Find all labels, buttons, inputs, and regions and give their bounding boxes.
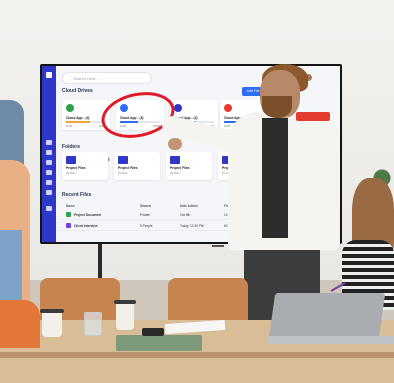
share-icon[interactable]: [46, 170, 52, 175]
folder-name: Project Files: [66, 166, 86, 170]
tv-indicator: [212, 245, 224, 247]
presenter-beard: [262, 96, 292, 118]
notebook: [116, 335, 202, 351]
folder-card[interactable]: Project Files25 Files: [166, 152, 212, 180]
file-shared: Private: [140, 213, 150, 217]
audience-orange-shirt: [0, 300, 40, 348]
folder-count: 25 Files: [118, 171, 128, 175]
laptop: [268, 293, 386, 339]
column-header[interactable]: Name: [66, 204, 75, 208]
folder-count: 25 Files: [170, 171, 180, 175]
coffee-cup: [42, 311, 62, 337]
cloud-icon[interactable]: [46, 160, 52, 165]
storage-used: 1GB: [224, 124, 230, 128]
tv-stand-left: [98, 244, 102, 280]
storage-bar: [66, 121, 106, 123]
column-header[interactable]: Shared: [140, 204, 151, 208]
recent-files-title: Recent Files: [62, 192, 92, 198]
column-header[interactable]: Date Added: [180, 204, 198, 208]
file-icon: [66, 212, 71, 217]
coffee-cup-lid: [114, 300, 136, 304]
storage-used: 1GB: [66, 124, 72, 128]
logout-icon[interactable]: [46, 206, 52, 211]
folder-card[interactable]: Project Files25 Files: [62, 152, 108, 180]
folder-card[interactable]: Project Files25 Files: [114, 152, 160, 180]
screen-red-badge: [296, 112, 330, 121]
folder-icon[interactable]: [46, 150, 52, 155]
cloud-app-icon: [224, 104, 232, 112]
folder-name: Project Files: [170, 166, 190, 170]
cloud-app-icon: [174, 104, 182, 112]
folder-icon: [118, 156, 128, 164]
coffee-cup-lid: [40, 309, 64, 313]
laptop-base: [268, 336, 394, 344]
table-edge: [0, 352, 394, 358]
file-icon: [66, 223, 71, 228]
folder-count: 25 Files: [66, 171, 76, 175]
folders-title: Folders: [62, 144, 81, 150]
presenter-tshirt: [262, 118, 288, 238]
file-name: Project Document: [74, 213, 102, 217]
file-shared: 5 People: [140, 224, 153, 228]
file-date: Today, 12:30 PM: [180, 224, 204, 228]
logo-icon: [46, 72, 52, 78]
file-name: Client Interview: [74, 224, 98, 228]
coffee-cup: [116, 302, 134, 330]
sidebar: [42, 66, 56, 242]
home-icon[interactable]: [46, 140, 52, 145]
cloud-app-icon: [66, 104, 74, 112]
drive-name: Cloud App - (4): [66, 116, 90, 120]
file-date: Oct 8th: [180, 213, 191, 217]
folder-icon: [170, 156, 180, 164]
cloud-drives-title: Cloud Drives: [62, 88, 93, 94]
settings-icon[interactable]: [46, 190, 52, 195]
storage-bar-fill: [66, 121, 90, 123]
search-input[interactable]: Search Here...: [62, 72, 152, 84]
folder-name: Project Files: [118, 166, 138, 170]
water-glass: [84, 312, 102, 336]
presenter-hand: [168, 138, 182, 150]
folder-icon: [66, 156, 76, 164]
phone: [142, 328, 164, 336]
trash-icon[interactable]: [46, 180, 52, 185]
